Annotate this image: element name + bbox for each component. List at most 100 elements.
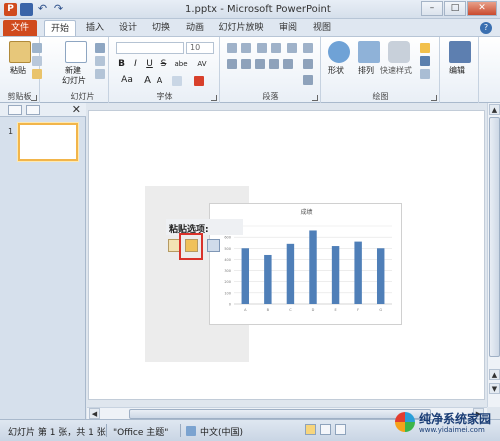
tab-view[interactable]: 视图 (309, 20, 335, 36)
slide-number: 1 (8, 127, 14, 136)
spellcheck-icon[interactable] (186, 426, 196, 436)
shadow-button[interactable]: abe (172, 59, 190, 70)
normal-view-icon[interactable] (305, 424, 316, 435)
prev-slide-icon[interactable]: ▲ (489, 369, 500, 380)
reading-view-icon[interactable] (335, 424, 346, 435)
pane-close-icon[interactable]: ✕ (72, 103, 81, 116)
tab-transitions[interactable]: 切换 (148, 20, 174, 36)
editing-label[interactable]: 编辑 (449, 65, 465, 76)
minimize-button[interactable]: – (421, 1, 443, 16)
paste-option-picture-icon[interactable] (207, 239, 220, 252)
slide-sorter-icon[interactable] (320, 424, 331, 435)
columns-icon[interactable] (283, 59, 293, 69)
scroll-left-icon[interactable]: ◀ (89, 408, 100, 419)
shape-fill-icon[interactable] (420, 43, 430, 53)
new-slide-label-2[interactable]: 幻灯片 (62, 75, 86, 86)
cut-icon[interactable] (32, 43, 42, 53)
reset-icon[interactable] (95, 56, 105, 66)
align-right-icon[interactable] (255, 59, 265, 69)
clipboard-launcher-icon[interactable] (31, 95, 37, 101)
drawing-launcher-icon[interactable] (431, 95, 437, 101)
italic-button[interactable]: I (130, 59, 141, 70)
tab-home[interactable]: 开始 (44, 20, 76, 36)
slide-thumbnail[interactable] (18, 123, 78, 161)
clear-format-icon[interactable] (172, 76, 182, 86)
quick-styles-label[interactable]: 快速样式 (380, 65, 412, 76)
quick-styles-icon[interactable] (388, 41, 410, 63)
tab-design[interactable]: 设计 (115, 20, 141, 36)
x-tick-label: E (334, 308, 336, 312)
increase-indent-icon[interactable] (271, 43, 281, 53)
font-family-select[interactable] (116, 42, 184, 54)
font-launcher-icon[interactable] (211, 95, 217, 101)
shape-outline-icon[interactable] (420, 56, 430, 66)
horizontal-scroll-thumb[interactable] (129, 409, 431, 419)
text-direction-icon[interactable] (303, 43, 313, 53)
y-tick-label: 400 (224, 258, 231, 262)
bar (309, 230, 317, 304)
font-color-icon[interactable] (194, 76, 204, 86)
grow-font-button[interactable]: A (142, 75, 153, 86)
scroll-up-icon[interactable]: ▲ (489, 104, 500, 115)
undo-icon[interactable]: ↶ (36, 3, 49, 16)
outline-tab-icon[interactable] (26, 105, 40, 115)
save-icon[interactable] (20, 3, 33, 16)
group-paragraph: 段落 (221, 37, 321, 103)
theme-status[interactable]: "Office 主题" (113, 425, 168, 438)
numbering-icon[interactable] (241, 43, 251, 53)
new-slide-icon[interactable] (65, 41, 87, 63)
justify-icon[interactable] (269, 59, 279, 69)
language-status[interactable]: 中文(中国) (200, 425, 243, 438)
spacing-button[interactable]: AV (194, 59, 210, 70)
arrange-label[interactable]: 排列 (358, 65, 374, 76)
paste-button-label[interactable]: 粘贴 (10, 65, 26, 76)
shape-effects-icon[interactable] (420, 69, 430, 79)
align-center-icon[interactable] (241, 59, 251, 69)
shapes-label[interactable]: 形状 (328, 65, 344, 76)
slide-canvas[interactable]: 成绩7006005004003002001000ABCDEFG 粘贴选项: (88, 110, 485, 400)
slide-editor: 成绩7006005004003002001000ABCDEFG 粘贴选项: ▲ … (87, 103, 500, 419)
powerpoint-logo-icon[interactable]: P (4, 3, 17, 16)
arrange-icon[interactable] (358, 41, 380, 63)
x-tick-label: A (244, 308, 247, 312)
decrease-indent-icon[interactable] (257, 43, 267, 53)
shapes-icon[interactable] (328, 41, 350, 63)
bullets-icon[interactable] (227, 43, 237, 53)
tab-file[interactable]: 文件 (3, 20, 37, 36)
watermark-url: www.yidaimei.com (419, 426, 485, 434)
y-tick-label: 600 (224, 236, 231, 240)
bold-button[interactable]: B (116, 59, 127, 70)
section-icon[interactable] (95, 69, 105, 79)
find-icon[interactable] (449, 41, 471, 63)
strikethrough-button[interactable]: S (158, 59, 169, 70)
redo-icon[interactable]: ↷ (52, 3, 65, 16)
paste-icon[interactable] (9, 41, 31, 63)
tab-animations[interactable]: 动画 (182, 20, 208, 36)
smartart-icon[interactable] (303, 75, 313, 85)
close-button[interactable]: ✕ (467, 1, 497, 16)
group-label-drawing: 绘图 (372, 92, 389, 101)
underline-button[interactable]: U (144, 59, 155, 70)
tab-review[interactable]: 审阅 (275, 20, 301, 36)
line-spacing-icon[interactable] (287, 43, 297, 53)
group-label-slides: 幻灯片 (70, 92, 95, 101)
font-size-select[interactable]: 10 (186, 42, 214, 54)
format-painter-icon[interactable] (32, 69, 42, 79)
help-icon[interactable]: ? (480, 22, 492, 34)
slides-tab-icon[interactable] (8, 105, 22, 115)
align-left-icon[interactable] (227, 59, 237, 69)
maximize-button[interactable]: □ (444, 1, 466, 16)
tab-slideshow[interactable]: 幻灯片放映 (216, 20, 266, 36)
shrink-font-button[interactable]: A (154, 75, 165, 86)
next-slide-icon[interactable]: ▼ (489, 383, 500, 394)
copy-icon[interactable] (32, 56, 42, 66)
bar (264, 254, 272, 304)
align-text-icon[interactable] (303, 59, 313, 69)
layout-icon[interactable] (95, 43, 105, 53)
vertical-scrollbar[interactable]: ▲ ▲ ▼ (487, 103, 500, 407)
change-case-button[interactable]: Aa (120, 75, 134, 86)
paragraph-launcher-icon[interactable] (312, 95, 318, 101)
vertical-scroll-thumb[interactable] (489, 117, 500, 357)
tab-insert[interactable]: 插入 (82, 20, 108, 36)
x-tick-label: C (289, 308, 292, 312)
